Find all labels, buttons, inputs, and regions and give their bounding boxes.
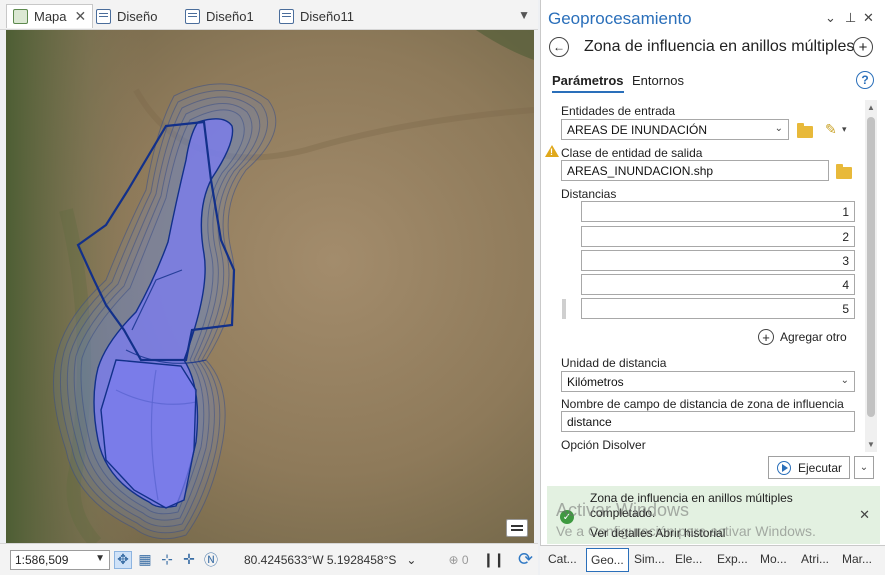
close-icon[interactable]: ✕ (863, 10, 874, 26)
north-arrow-icon[interactable]: Ⓝ (202, 551, 220, 569)
selected-count-value: 0 (461, 552, 469, 567)
scroll-down-icon[interactable]: ▼ (867, 440, 875, 449)
tab-modify[interactable]: Mo... (760, 552, 787, 566)
close-icon[interactable]: ✕ (859, 507, 870, 523)
tab-symbology[interactable]: Sim... (634, 552, 665, 566)
tab-diseno1[interactable]: Diseño1 (185, 4, 254, 28)
dissolve-option-label: Opción Disolver (561, 438, 646, 452)
output-feature-class-input[interactable]: AREAS_INUNDACION.shp (561, 160, 829, 181)
tab-mapa[interactable]: Mapa ✕ (6, 4, 94, 28)
tab-elements[interactable]: Ele... (675, 552, 702, 566)
buffer-distance-field-value: distance (567, 415, 612, 429)
folder-icon[interactable] (797, 123, 813, 138)
selection-icon: ⊕ (448, 552, 459, 567)
chevron-down-icon[interactable]: ⌄ (406, 553, 416, 567)
pane-title: Geoprocesamiento (548, 9, 692, 28)
distance-input-1[interactable]: 1 (581, 201, 855, 222)
layout-icon (96, 8, 111, 24)
add-button[interactable]: + (853, 37, 873, 57)
distance-unit-label: Unidad de distancia (561, 356, 667, 370)
distance-input-5[interactable]: 5 (581, 298, 855, 319)
buffer-distance-field-input[interactable]: distance (561, 411, 855, 432)
tab-markers[interactable]: Mar... (842, 552, 872, 566)
map-view[interactable] (6, 30, 534, 543)
chevron-down-icon[interactable]: ▼ (518, 8, 530, 22)
drag-handle[interactable] (562, 299, 566, 319)
run-button[interactable]: Ejecutar (768, 456, 850, 479)
tab-geoprocessing[interactable]: Geo... (586, 548, 629, 572)
layout-icon (279, 8, 294, 24)
layout-icon (185, 8, 200, 24)
chevron-down-icon[interactable]: ▾ (842, 124, 847, 135)
buffer-distance-field-label: Nombre de campo de distancia de zona de … (561, 397, 844, 411)
navigate-tool-icon[interactable]: ✥ (114, 550, 132, 569)
input-features-label: Entidades de entrada (561, 104, 676, 118)
scroll-up-icon[interactable]: ▲ (867, 103, 875, 112)
chevron-down-icon: ▼ (95, 552, 105, 564)
pin-icon[interactable]: ⊥ (845, 10, 856, 26)
add-other-label: Agregar otro (780, 330, 847, 344)
tool-name: Zona de influencia en anillos múltiples (584, 38, 855, 55)
run-label: Ejecutar (798, 460, 843, 475)
snapping-icon[interactable]: ⊹ (158, 551, 176, 569)
folder-icon[interactable] (836, 164, 852, 179)
crosshair-icon[interactable]: ✛ (180, 551, 198, 569)
distance-input-2[interactable]: 2 (581, 226, 855, 247)
tab-diseno[interactable]: Diseño (96, 4, 157, 28)
bottom-pane-tabs: Cat... Geo... Sim... Ele... Exp... Mo...… (540, 545, 885, 575)
output-feature-class-label: Clase de entidad de salida (561, 146, 703, 160)
selected-features-count[interactable]: ⊕ 0 (448, 553, 468, 567)
input-features-value: AREAS DE INUNDACIÓN (567, 123, 708, 137)
chevron-down-icon[interactable]: ⌄ (825, 10, 836, 26)
map-icon (13, 9, 28, 24)
help-icon[interactable]: ? (856, 71, 874, 89)
arrow-left-icon: ← (553, 40, 565, 54)
plus-icon: + (758, 329, 774, 345)
geoprocessing-pane: Geoprocesamiento ⌄ ⊥ ✕ ← Zona de influen… (540, 0, 885, 545)
add-other-button[interactable]: + Agregar otro (758, 329, 847, 345)
tab-diseno11[interactable]: Diseño11 (279, 4, 354, 28)
output-feature-class-value: AREAS_INUNDACION.shp (567, 164, 714, 178)
plus-icon: + (858, 38, 868, 56)
map-legend-button[interactable] (506, 519, 528, 537)
activation-watermark-title: Activar Windows (556, 500, 690, 520)
tab-label: Mapa (34, 9, 67, 24)
pause-icon[interactable]: ❙❙ (483, 551, 505, 568)
map-status-bar: 1:586,509 ▼ ✥ ▦ ⊹ ✛ Ⓝ 80.4245633°W 5.192… (0, 543, 538, 575)
distance-unit-value: Kilómetros (567, 375, 624, 389)
activation-watermark-subtitle: Ve a Configuración para activar Windows. (556, 523, 816, 539)
distance-input-4[interactable]: 4 (581, 274, 855, 295)
distance-unit-select[interactable]: Kilómetros ⌄ (561, 371, 855, 392)
close-icon[interactable]: ✕ (75, 8, 87, 25)
scroll-thumb[interactable] (867, 117, 875, 417)
tab-export[interactable]: Exp... (717, 552, 748, 566)
grid-icon[interactable]: ▦ (136, 551, 154, 569)
back-button[interactable]: ← (549, 37, 569, 57)
tab-environments[interactable]: Entornos (632, 73, 684, 88)
run-options-chevron[interactable]: ⌄ (854, 456, 874, 479)
distances-label: Distancias (561, 187, 617, 201)
tab-catalog[interactable]: Cat... (548, 552, 577, 566)
map-tab-bar: Mapa ✕ Diseño Diseño1 Diseño11 ▼ (0, 0, 538, 30)
warning-icon: ! (545, 145, 559, 157)
scrollbar[interactable]: ▲ ▼ (865, 100, 877, 452)
tab-label: Diseño (117, 8, 158, 24)
chevron-down-icon: ⌄ (840, 375, 849, 386)
distance-input-3[interactable]: 3 (581, 250, 855, 271)
tab-attributes[interactable]: Atri... (801, 552, 829, 566)
scale-select[interactable]: 1:586,509 ▼ (10, 549, 110, 570)
play-icon (777, 460, 791, 475)
map-canvas[interactable] (6, 30, 534, 543)
scale-value: 1:586,509 (15, 552, 69, 567)
tab-label: Diseño1 (206, 8, 254, 24)
pencil-icon[interactable]: ✎ (825, 121, 837, 138)
input-features-select[interactable]: AREAS DE INUNDACIÓN ⌄ (561, 119, 789, 140)
coordinates-readout: 80.4245633°W 5.1928458°S (244, 552, 397, 567)
tab-parameters[interactable]: Parámetros (552, 73, 624, 93)
chevron-down-icon: ⌄ (774, 123, 783, 134)
refresh-icon[interactable]: ⟳ (518, 549, 533, 570)
tab-label: Diseño11 (300, 8, 354, 24)
